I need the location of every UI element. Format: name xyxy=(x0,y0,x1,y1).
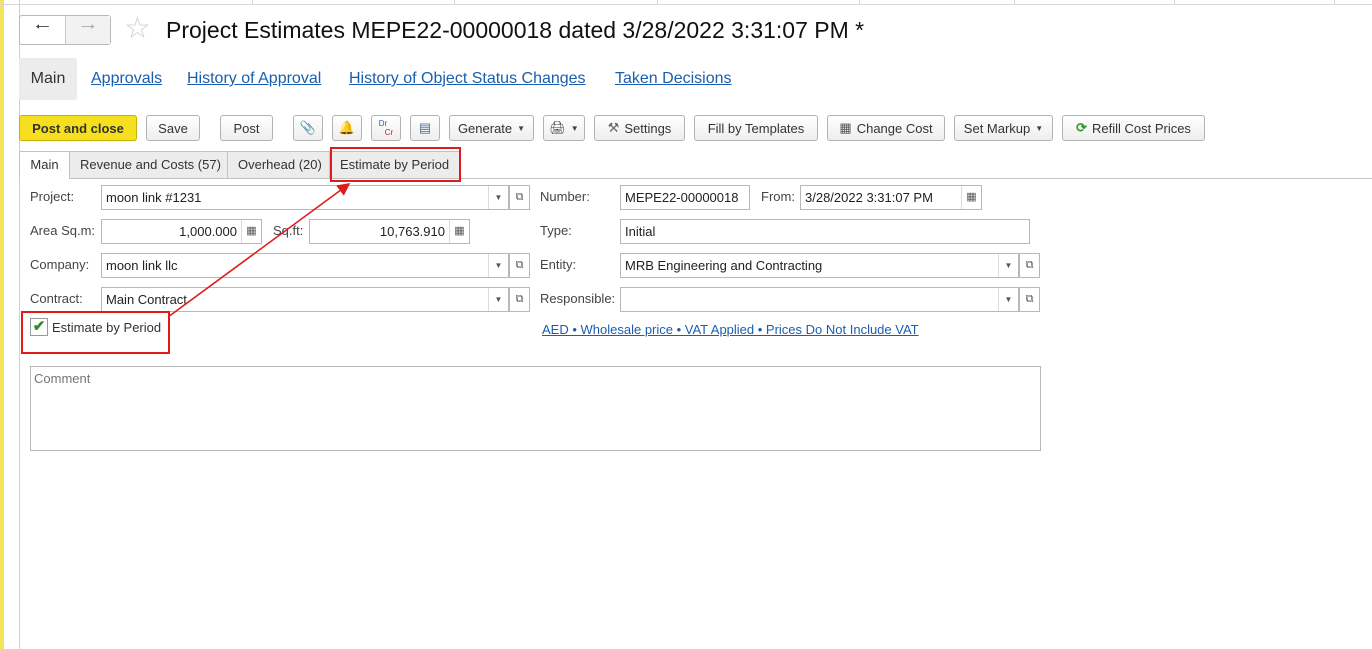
annotation-arrow xyxy=(167,183,351,318)
